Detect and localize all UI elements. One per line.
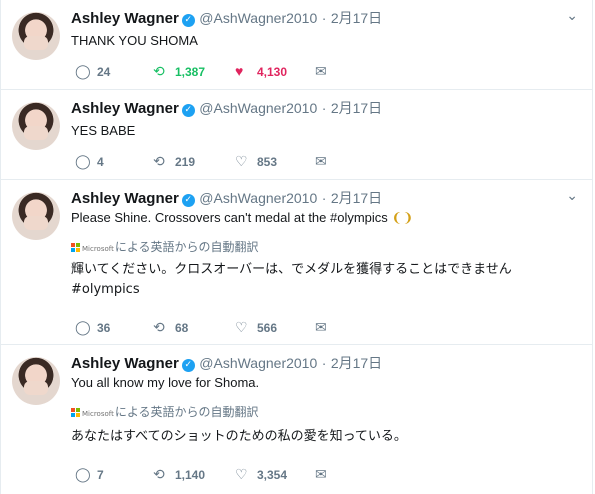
translation-label: による英語からの自動翻訳	[114, 405, 259, 419]
reply-icon: ◯	[75, 153, 91, 169]
tweet-date[interactable]: 2月17日	[331, 355, 382, 371]
reply-icon: ◯	[75, 63, 91, 79]
like-button[interactable]: ♡ 3,354	[235, 466, 287, 483]
separator-dot: ·	[321, 100, 327, 116]
tweet[interactable]: Ashley Wagner ✓ @AshWagner2010 · 2月17日 ⌄ …	[1, 0, 592, 90]
retweet-count: 1,387	[175, 65, 206, 79]
author-handle[interactable]: @AshWagner2010	[199, 100, 317, 116]
heart-icon: ♡	[235, 466, 248, 482]
avatar[interactable]	[12, 12, 60, 60]
verified-badge-icon: ✓	[181, 194, 195, 207]
avatar[interactable]	[12, 357, 60, 405]
envelope-icon: ✉	[315, 319, 327, 335]
tweet-header: Ashley Wagner ✓ @AshWagner2010 · 2月17日	[71, 353, 382, 373]
translation-text-line2[interactable]: #olympics	[71, 280, 140, 300]
tweet[interactable]: Ashley Wagner ✓ @AshWagner2010 · 2月17日 YE…	[1, 90, 592, 180]
verified-badge-icon: ✓	[181, 104, 195, 117]
author-name[interactable]: Ashley Wagner	[71, 10, 179, 27]
dm-button[interactable]: ✉	[315, 319, 333, 336]
dm-button[interactable]: ✉	[315, 466, 333, 483]
chevron-down-icon[interactable]: ⌄	[566, 8, 578, 24]
tweet[interactable]: Ashley Wagner ✓ @AshWagner2010 · 2月17日 ⌄ …	[1, 180, 592, 345]
tweet-date[interactable]: 2月17日	[331, 190, 382, 206]
author-name[interactable]: Ashley Wagner	[71, 190, 179, 207]
microsoft-logo-icon	[71, 408, 80, 417]
translation-text-line1: あなたはすべてのショットのための私の愛を知っている。	[71, 429, 407, 444]
retweet-icon: ⟲	[153, 466, 165, 482]
tweet-date[interactable]: 2月17日	[331, 100, 382, 116]
tweet-text-body: Please Shine. Crossovers can't medal at …	[71, 210, 388, 225]
separator-dot: ·	[321, 10, 327, 26]
tweet-text: THANK YOU SHOMA	[71, 33, 198, 48]
dm-button[interactable]: ✉	[315, 63, 333, 80]
tweet[interactable]: Ashley Wagner ✓ @AshWagner2010 · 2月17日 Yo…	[1, 345, 592, 494]
verified-badge-icon: ✓	[181, 359, 195, 372]
reply-count: 24	[97, 65, 111, 79]
retweet-count: 68	[175, 321, 189, 335]
like-button[interactable]: ♡ 566	[235, 319, 277, 336]
author-handle[interactable]: @AshWagner2010	[199, 190, 317, 206]
tweet-header: Ashley Wagner ✓ @AshWagner2010 · 2月17日	[71, 188, 382, 208]
tweet-text: Please Shine. Crossovers can't medal at …	[71, 210, 413, 226]
author-name[interactable]: Ashley Wagner	[71, 100, 179, 117]
retweet-button[interactable]: ⟲ 1,387	[153, 63, 205, 80]
separator-dot: ·	[321, 355, 327, 371]
retweet-count: 219	[175, 155, 196, 169]
like-count: 4,130	[257, 65, 288, 79]
like-button[interactable]: ♡ 853	[235, 153, 277, 170]
retweet-icon: ⟲	[153, 63, 165, 79]
reply-count: 7	[97, 468, 104, 482]
translation-attribution: Microsoftによる英語からの自動翻訳	[71, 403, 259, 420]
retweet-icon: ⟲	[153, 319, 165, 335]
tweet-text: You all know my love for Shoma.	[71, 375, 260, 390]
reply-button[interactable]: ◯ 36	[75, 319, 110, 336]
heart-icon: ♡	[235, 319, 248, 335]
chevron-down-icon[interactable]: ⌄	[566, 188, 578, 204]
translation-attribution: Microsoftによる英語からの自動翻訳	[71, 238, 259, 255]
reply-count: 4	[97, 155, 104, 169]
heart-icon: ♥	[235, 63, 244, 79]
reply-icon: ◯	[75, 319, 91, 335]
reply-button[interactable]: ◯ 4	[75, 153, 104, 170]
reply-button[interactable]: ◯ 24	[75, 63, 110, 80]
tweet-text: YES BABE	[71, 123, 136, 138]
retweet-button[interactable]: ⟲ 219	[153, 153, 195, 170]
envelope-icon: ✉	[315, 466, 327, 482]
reply-icon: ◯	[75, 466, 91, 482]
tweet-header: Ashley Wagner ✓ @AshWagner2010 · 2月17日	[71, 98, 382, 118]
reply-count: 36	[97, 321, 111, 335]
reply-button[interactable]: ◯ 7	[75, 466, 104, 483]
like-count: 853	[257, 155, 278, 169]
heart-icon: ♡	[235, 153, 248, 169]
tweet-date[interactable]: 2月17日	[331, 10, 382, 26]
microsoft-label: Microsoft	[82, 410, 114, 418]
tweet-feed: Ashley Wagner ✓ @AshWagner2010 · 2月17日 ⌄ …	[0, 0, 593, 494]
retweet-icon: ⟲	[153, 153, 165, 169]
retweet-count: 1,140	[175, 468, 206, 482]
retweet-button[interactable]: ⟲ 1,140	[153, 466, 205, 483]
retweet-button[interactable]: ⟲ 68	[153, 319, 188, 336]
author-handle[interactable]: @AshWagner2010	[199, 355, 317, 371]
separator-dot: ·	[321, 190, 327, 206]
author-name[interactable]: Ashley Wagner	[71, 355, 179, 372]
avatar[interactable]	[12, 192, 60, 240]
microsoft-logo-icon	[71, 243, 80, 252]
olympic-wreath-icon: ❨❩	[391, 210, 414, 225]
like-count: 3,354	[257, 468, 288, 482]
like-count: 566	[257, 321, 278, 335]
translation-label: による英語からの自動翻訳	[114, 240, 259, 254]
author-handle[interactable]: @AshWagner2010	[199, 10, 317, 26]
like-button[interactable]: ♥ 4,130	[235, 63, 287, 79]
envelope-icon: ✉	[315, 153, 327, 169]
tweet-header: Ashley Wagner ✓ @AshWagner2010 · 2月17日	[71, 8, 382, 28]
dm-button[interactable]: ✉	[315, 153, 333, 170]
verified-badge-icon: ✓	[181, 14, 195, 27]
envelope-icon: ✉	[315, 63, 327, 79]
microsoft-label: Microsoft	[82, 245, 114, 253]
translation-text-line1: 輝いてください。クロスオーバーは、でメダルを獲得することはできません	[71, 262, 512, 277]
avatar[interactable]	[12, 102, 60, 150]
